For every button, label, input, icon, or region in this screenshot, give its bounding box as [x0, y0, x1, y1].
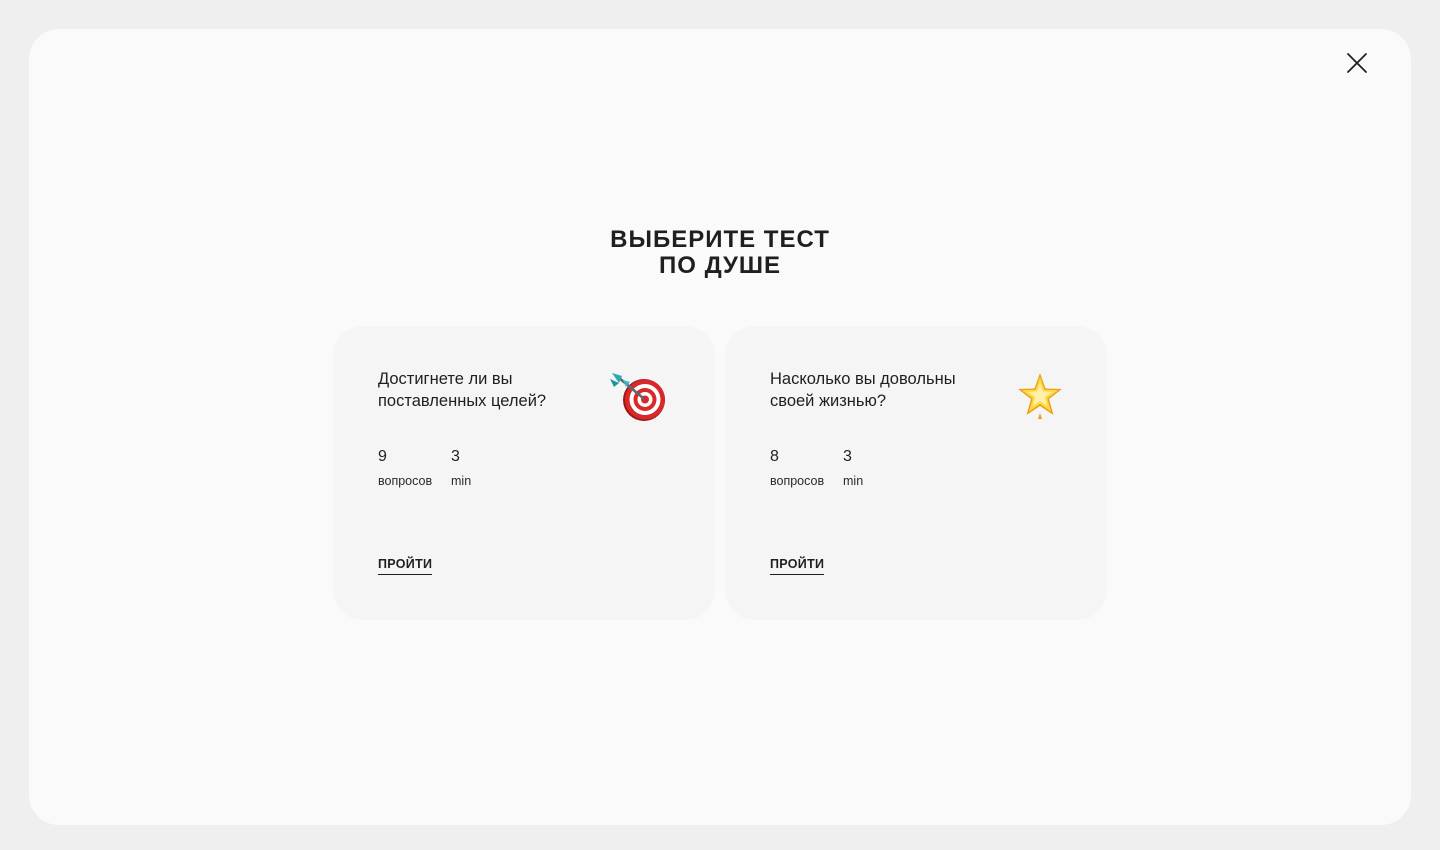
card-title: Достигнете ли вы поставленных целей? — [378, 370, 547, 410]
questions-label: вопросов — [770, 474, 825, 488]
page-title: ВЫБЕРИТЕ ТЕСТ ПО ДУШЕ — [29, 227, 1411, 279]
page-title-line-2: ПО ДУШЕ — [658, 252, 782, 279]
questions-value: 9 — [378, 448, 387, 465]
questions-count: 9 вопросов — [378, 446, 432, 489]
test-selection-modal: ВЫБЕРИТЕ ТЕСТ ПО ДУШЕ Достигнете ли вы п… — [29, 29, 1411, 825]
start-test-button[interactable]: ПРОЙТИ — [770, 556, 825, 575]
test-card-life-satisfaction: Насколько вы довольны своей жизнью? 8 во… — [725, 326, 1107, 620]
start-test-button[interactable]: ПРОЙТИ — [378, 556, 433, 575]
test-cards: Достигнете ли вы поставленных целей? 9 в… — [333, 326, 1107, 620]
questions-label: вопросов — [378, 474, 433, 488]
glowing-star-icon — [1015, 371, 1065, 421]
questions-value: 8 — [770, 448, 779, 465]
duration: 3 min — [451, 446, 471, 489]
page-title-line-1: ВЫБЕРИТЕ ТЕСТ — [610, 226, 830, 253]
duration: 3 min — [843, 446, 863, 489]
duration-label: min — [843, 474, 864, 488]
close-button[interactable] — [1343, 49, 1371, 77]
test-card-goals: Достигнете ли вы поставленных целей? 9 в… — [333, 326, 715, 620]
close-icon — [1347, 53, 1367, 73]
questions-count: 8 вопросов — [770, 446, 824, 489]
card-title: Насколько вы довольны своей жизнью? — [770, 370, 956, 410]
duration-value: 3 — [843, 448, 852, 465]
target-dart-icon — [610, 373, 670, 425]
duration-value: 3 — [451, 448, 460, 465]
duration-label: min — [451, 474, 472, 488]
